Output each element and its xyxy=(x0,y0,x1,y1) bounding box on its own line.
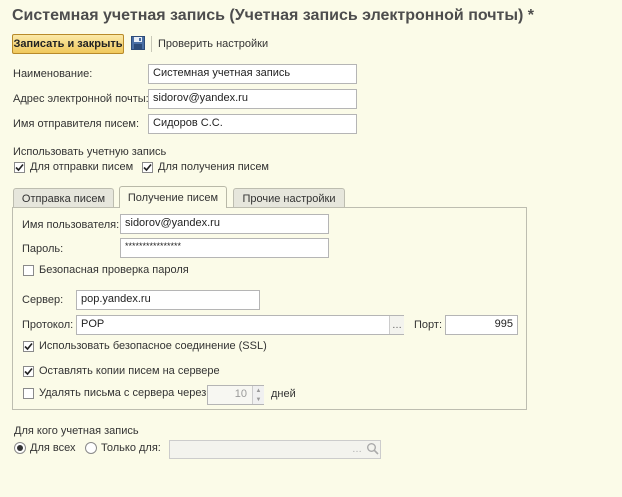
password-field[interactable]: **************** xyxy=(120,238,329,258)
only-for-label: Только для: xyxy=(101,442,161,454)
form-title: Системная учетная запись (Учетная запись… xyxy=(12,7,535,24)
checkmark-icon xyxy=(143,163,152,172)
port-field[interactable]: 995 xyxy=(445,315,518,335)
search-icon[interactable] xyxy=(366,442,380,456)
checkmark-icon xyxy=(24,367,33,376)
username-field[interactable]: sidorov@yandex.ru xyxy=(120,214,329,234)
secure-auth-label: Безопасная проверка пароля xyxy=(39,264,189,276)
tab-receiving[interactable]: Получение писем xyxy=(119,186,227,208)
protocol-label: Протокол: xyxy=(22,319,74,331)
delete-after-checkbox[interactable] xyxy=(23,388,34,399)
all-users-label: Для всех xyxy=(30,442,76,454)
secure-auth-checkbox[interactable] xyxy=(23,265,34,276)
checkmark-icon xyxy=(15,163,24,172)
days-unit-label: дней xyxy=(271,388,296,400)
toolbar-separator xyxy=(151,36,152,52)
ssl-checkbox[interactable] xyxy=(23,341,34,352)
server-field[interactable]: pop.yandex.ru xyxy=(76,290,260,310)
username-label: Имя пользователя: xyxy=(22,219,120,231)
save-and-close-button[interactable]: Записать и закрыть xyxy=(12,34,124,54)
send-checkbox-label: Для отправки писем xyxy=(30,161,134,173)
only-for-radio[interactable] xyxy=(85,442,97,454)
sender-label: Имя отправителя писем: xyxy=(13,118,140,130)
days-spinner[interactable]: ▲ ▼ xyxy=(252,386,264,404)
port-label: Порт: xyxy=(414,319,442,331)
only-for-choose-button[interactable]: … xyxy=(352,444,362,455)
protocol-select[interactable]: POP xyxy=(76,315,404,335)
floppy-disk-icon[interactable] xyxy=(131,36,145,50)
ssl-label: Использовать безопасное соединение (SSL) xyxy=(39,340,267,352)
protocol-value: POP xyxy=(81,318,105,330)
delete-after-label: Удалять письма с сервера через: xyxy=(39,387,210,399)
spin-up-icon[interactable]: ▲ xyxy=(253,386,264,395)
email-label: Адрес электронной почты: xyxy=(13,93,149,105)
tab-other-settings[interactable]: Прочие настройки xyxy=(233,188,345,208)
owner-label: Для кого учетная запись xyxy=(14,425,139,437)
usage-label: Использовать учетную запись xyxy=(13,146,167,158)
name-field[interactable]: Системная учетная запись xyxy=(148,64,357,84)
all-users-radio[interactable] xyxy=(14,442,26,454)
name-label: Наименование: xyxy=(13,68,93,80)
checkmark-icon xyxy=(24,342,33,351)
tab-sending[interactable]: Отправка писем xyxy=(13,188,114,208)
keep-copies-label: Оставлять копии писем на сервере xyxy=(39,365,220,377)
receive-checkbox-label: Для получения писем xyxy=(158,161,269,173)
sender-field[interactable]: Сидоров С.С. xyxy=(148,114,357,134)
receive-checkbox[interactable] xyxy=(142,162,153,173)
server-label: Сервер: xyxy=(22,294,64,306)
check-settings-button[interactable]: Проверить настройки xyxy=(158,38,268,50)
delete-after-days-value: 10 xyxy=(234,388,247,400)
keep-copies-checkbox[interactable] xyxy=(23,366,34,377)
spin-down-icon[interactable]: ▼ xyxy=(253,395,264,404)
email-field[interactable]: sidorov@yandex.ru xyxy=(148,89,357,109)
only-for-user-field[interactable] xyxy=(169,440,381,459)
protocol-choose-button[interactable]: … xyxy=(389,316,404,334)
password-label: Пароль: xyxy=(22,243,64,255)
send-checkbox[interactable] xyxy=(14,162,25,173)
